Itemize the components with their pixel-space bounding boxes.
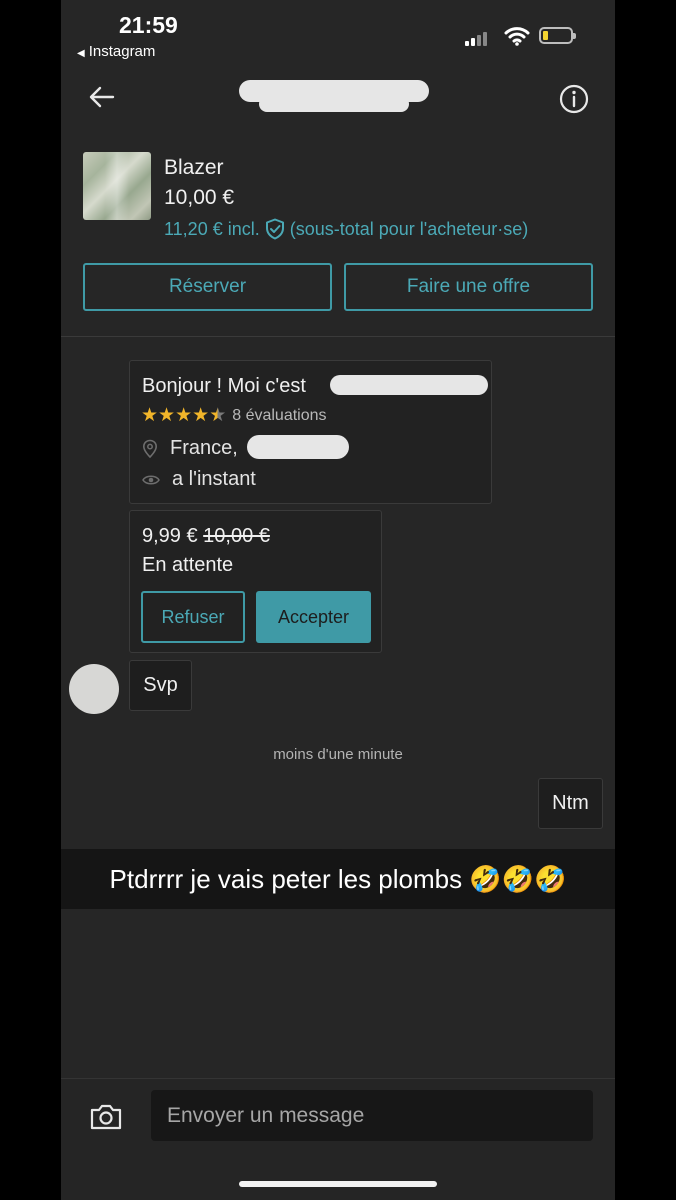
- shield-check-icon: [265, 218, 284, 240]
- accept-offer-button[interactable]: Accepter: [256, 591, 371, 643]
- chat-screen: 21:59 ◀ Instagram Blazer 10,00 € 11,20 €…: [61, 0, 615, 1200]
- offer-status: En attente: [142, 554, 234, 576]
- map-pin-icon: [142, 439, 158, 458]
- chat-header: [61, 66, 615, 128]
- back-to-instagram[interactable]: ◀ Instagram: [77, 43, 155, 60]
- triangle-left-icon: ◀: [77, 48, 85, 59]
- product-thumbnail[interactable]: [83, 152, 151, 220]
- incoming-message: Svp: [129, 660, 192, 711]
- offer-new-price: 9,99 €: [142, 525, 198, 547]
- buyer-total: 11,20 € incl. (sous-total pour l'acheteu…: [164, 218, 528, 240]
- last-seen-row: a l'instant: [142, 468, 256, 491]
- offer-prices: 9,99 € 10,00 €: [142, 525, 270, 548]
- refuse-offer-button[interactable]: Refuser: [141, 591, 245, 643]
- last-seen-text: a l'instant: [172, 468, 256, 490]
- location-text: France,: [170, 437, 238, 459]
- location-row: France,: [142, 437, 238, 460]
- incl-price: 11,20 € incl.: [164, 218, 260, 239]
- camera-icon[interactable]: [89, 1102, 123, 1132]
- redacted-city: [247, 435, 349, 459]
- message-timestamp: moins d'une minute: [273, 746, 403, 763]
- back-app-label: Instagram: [88, 43, 156, 60]
- home-indicator: [239, 1181, 437, 1187]
- product-price: 10,00 €: [164, 186, 235, 209]
- profile-greeting: Bonjour ! Moi c'est: [142, 375, 306, 397]
- offer-old-price: 10,00 €: [203, 525, 270, 547]
- redacted-name: [330, 375, 488, 395]
- star-icon: ★: [192, 405, 210, 426]
- info-circle-icon[interactable]: [558, 83, 590, 115]
- rating-stars: ★ ★ ★ ★ ★ 8 évaluations: [141, 406, 327, 426]
- star-icon: ★: [175, 405, 193, 426]
- make-offer-button[interactable]: Faire une offre: [344, 263, 593, 311]
- product-summary: Blazer 10,00 € 11,20 € incl. (sous-total…: [61, 128, 615, 337]
- message-input[interactable]: [151, 1090, 593, 1141]
- half-star-icon: ★: [209, 405, 227, 426]
- eye-icon: [142, 475, 160, 484]
- seller-profile-card[interactable]: Bonjour ! Moi c'est ★ ★ ★ ★ ★ 8 évaluati…: [129, 360, 492, 504]
- reserve-button[interactable]: Réserver: [83, 263, 332, 311]
- offer-card: 9,99 € 10,00 € En attente Refuser Accept…: [129, 510, 382, 653]
- status-bar: 21:59 ◀ Instagram: [61, 0, 615, 66]
- arrow-left-icon[interactable]: [87, 82, 117, 112]
- avatar[interactable]: [69, 664, 119, 714]
- rating-count: 8 évaluations: [232, 407, 327, 424]
- battery-low-icon: [539, 27, 576, 44]
- story-caption: Ptdrrrr je vais peter les plombs 🤣🤣🤣: [61, 849, 615, 909]
- star-icon: ★: [141, 405, 159, 426]
- product-title: Blazer: [164, 156, 224, 179]
- wifi-icon: [504, 27, 530, 46]
- incl-note: (sous-total pour l'acheteur·se): [289, 218, 529, 239]
- cellular-signal-icon: [465, 30, 493, 46]
- redacted-username-tail: [259, 96, 409, 112]
- status-time: 21:59: [119, 12, 178, 38]
- star-icon: ★: [158, 405, 176, 426]
- outgoing-message: Ntm: [538, 778, 603, 829]
